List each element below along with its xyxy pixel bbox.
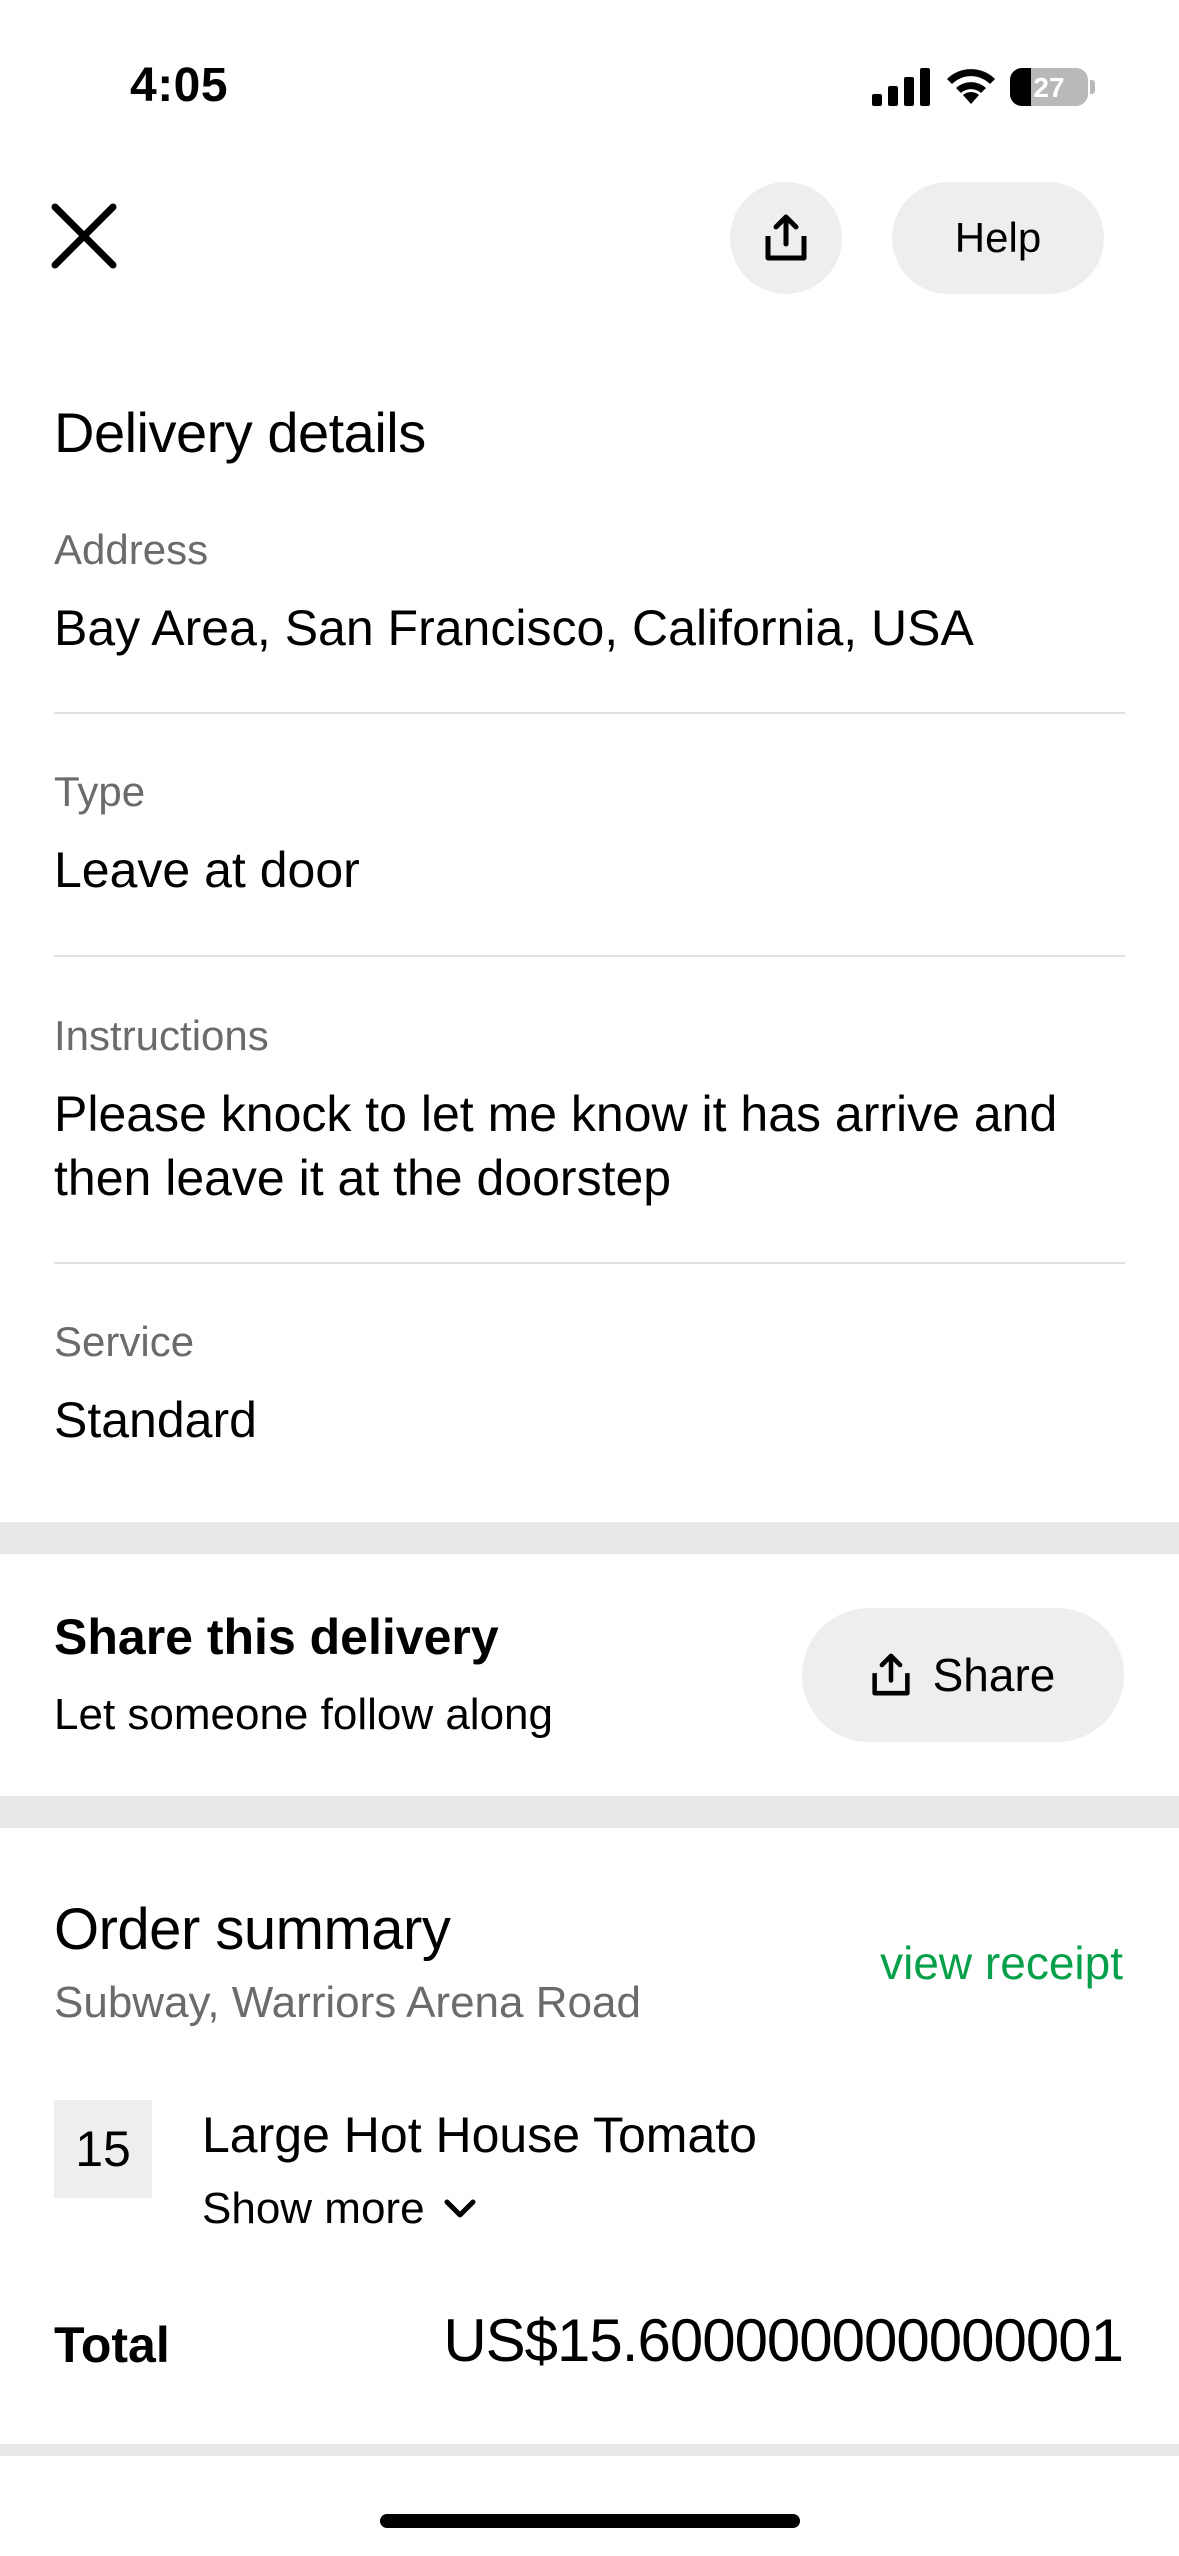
share-title: Share this delivery bbox=[54, 1609, 499, 1665]
view-receipt-link[interactable]: view receipt bbox=[880, 1936, 1123, 1990]
order-summary-title: Order summary bbox=[54, 1897, 451, 1962]
section-separator bbox=[0, 2444, 1179, 2456]
chevron-down-icon bbox=[444, 2199, 476, 2218]
delivery-details-title: Delivery details bbox=[54, 401, 426, 464]
type-label: Type bbox=[54, 768, 146, 815]
share-subtitle: Let someone follow along bbox=[54, 1690, 553, 1739]
divider bbox=[54, 955, 1125, 957]
wifi-icon bbox=[947, 69, 995, 104]
address-value: Bay Area, San Francisco, California, USA bbox=[54, 600, 974, 656]
close-button[interactable] bbox=[44, 196, 124, 276]
type-value: Leave at door bbox=[54, 842, 360, 898]
battery-level: 27 bbox=[1033, 72, 1065, 103]
share-icon-button[interactable] bbox=[730, 182, 842, 294]
divider bbox=[54, 712, 1125, 714]
address-label: Address bbox=[54, 526, 209, 573]
section-separator bbox=[0, 1522, 1179, 1554]
battery-nub bbox=[1090, 80, 1095, 94]
share-button-label: Share bbox=[932, 1649, 1056, 1701]
item-quantity: 15 bbox=[54, 2100, 152, 2198]
share-icon bbox=[871, 1653, 910, 1696]
status-time: 4:05 bbox=[130, 59, 229, 112]
share-icon bbox=[765, 214, 807, 261]
cellular-signal-icon bbox=[872, 68, 930, 106]
show-more-button[interactable]: Show more bbox=[202, 2184, 477, 2234]
home-indicator[interactable] bbox=[380, 2514, 800, 2528]
help-button[interactable]: Help bbox=[892, 182, 1104, 294]
close-icon bbox=[51, 203, 117, 269]
instructions-value: Please knock to let me know it has arriv… bbox=[54, 1086, 1058, 1206]
total-value: US$15.600000000000001 bbox=[443, 2307, 1124, 2374]
total-label: Total bbox=[54, 2317, 170, 2373]
section-separator bbox=[0, 1796, 1179, 1828]
divider bbox=[54, 1262, 1125, 1264]
store-name: Subway, Warriors Arena Road bbox=[54, 1978, 641, 2027]
share-button[interactable]: Share bbox=[802, 1608, 1124, 1742]
service-label: Service bbox=[54, 1318, 195, 1365]
item-name: Large Hot House Tomato bbox=[202, 2107, 757, 2163]
service-value: Standard bbox=[54, 1392, 257, 1448]
battery-icon: 27 bbox=[1010, 68, 1088, 106]
show-more-label: Show more bbox=[202, 2184, 425, 2233]
instructions-label: Instructions bbox=[54, 1012, 269, 1059]
